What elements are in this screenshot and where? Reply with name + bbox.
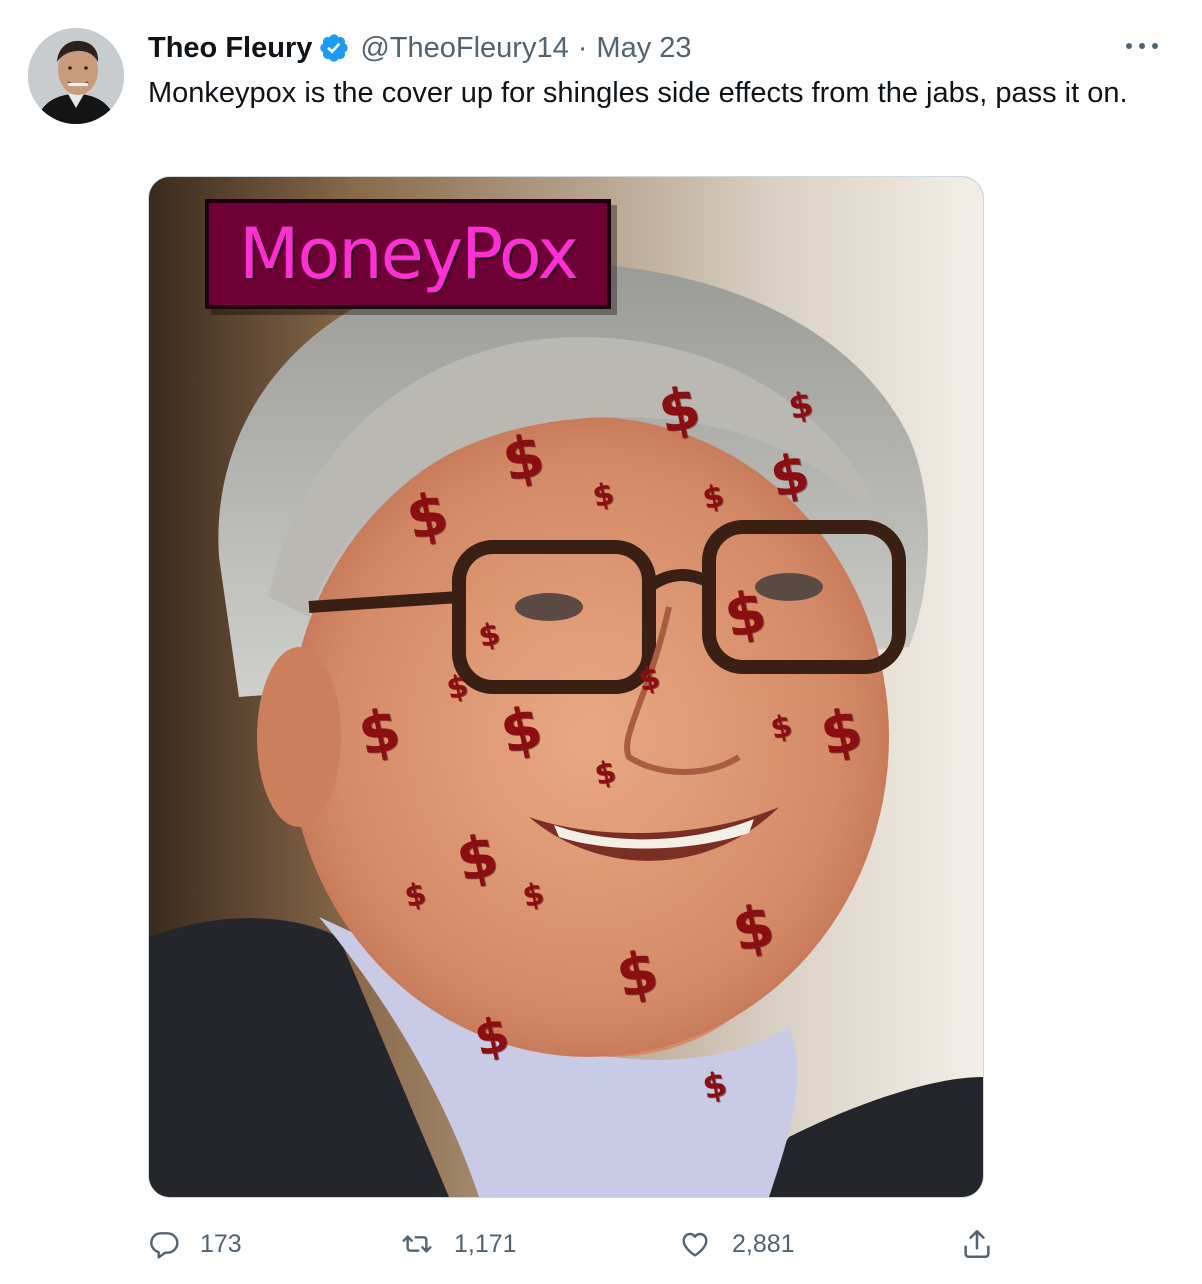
moneypox-label-text: MoneyPox bbox=[239, 213, 579, 295]
heart-icon bbox=[682, 1232, 708, 1257]
avatar[interactable] bbox=[28, 28, 124, 124]
like-count: 2,881 bbox=[732, 1229, 795, 1258]
share-icon bbox=[964, 1229, 990, 1259]
display-name[interactable]: Theo Fleury bbox=[148, 30, 312, 66]
moneypox-label: MoneyPox bbox=[205, 199, 611, 309]
more-horizontal-icon[interactable] bbox=[1126, 36, 1158, 56]
retweet-icon bbox=[402, 1235, 432, 1253]
portrait-photo bbox=[149, 177, 983, 1197]
tweet-text: Monkeypox is the cover up for shingles s… bbox=[148, 77, 1128, 109]
separator-dot: · bbox=[577, 32, 588, 64]
reply-button[interactable]: 173 bbox=[148, 1222, 242, 1266]
retweet-count: 1,171 bbox=[454, 1229, 517, 1258]
verified-badge-icon bbox=[318, 32, 350, 64]
share-button[interactable] bbox=[960, 1222, 994, 1266]
tweet-header: Theo Fleury @TheoFleury14 · May 23 bbox=[148, 30, 692, 66]
tweet-actions-bar: 173 1,171 2,881 bbox=[148, 1222, 1008, 1266]
tweet-media-image[interactable]: MoneyPox $ $ $ $ $ $ $ $ $ $ $ $ $ $ $ $… bbox=[148, 176, 984, 1198]
reply-count: 173 bbox=[200, 1229, 242, 1258]
retweet-button[interactable]: 1,171 bbox=[400, 1222, 517, 1266]
reply-icon bbox=[150, 1232, 179, 1259]
avatar-image bbox=[28, 28, 124, 124]
like-button[interactable]: 2,881 bbox=[678, 1222, 795, 1266]
tweet-card: Theo Fleury @TheoFleury14 · May 23 Monke… bbox=[0, 0, 1202, 1284]
user-handle[interactable]: @TheoFleury14 bbox=[360, 30, 568, 66]
tweet-date[interactable]: May 23 bbox=[596, 30, 691, 66]
